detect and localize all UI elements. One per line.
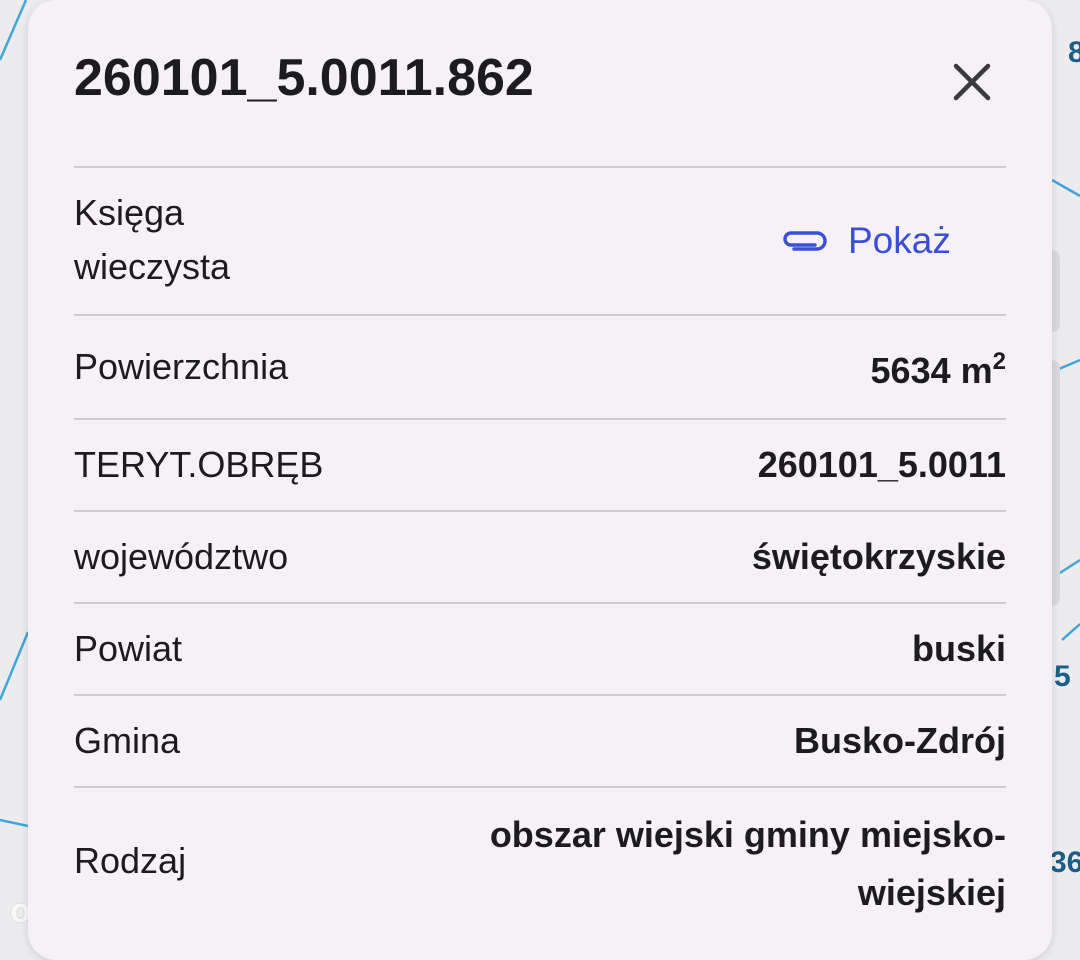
divider [74,602,1006,604]
divider [74,786,1006,788]
area-label: Powierzchnia [74,346,289,387]
parcel-details-card: 260101_5.0011.862 Księga wieczysta Pokaż… [28,0,1052,960]
area-value-number: 5634 m [870,350,993,391]
map-parcel-line [0,818,29,828]
commune-value: Busko-Zdrój [794,720,1006,761]
divider [74,166,1006,168]
paperclip-icon [783,231,827,251]
map-parcel-line [1051,178,1080,198]
divider [74,314,1006,316]
show-link-label: Pokaż [848,220,951,261]
divider [74,694,1006,696]
teryt-value: 260101_5.0011 [757,444,1006,485]
map-parcel-line [0,631,30,701]
map-parcel-number: 36 [1050,846,1080,879]
divider [74,418,1006,420]
type-label: Rodzaj [74,840,187,881]
close-icon [953,63,991,101]
show-land-register-link[interactable]: Pokaż [780,216,951,266]
close-button[interactable] [940,50,1004,114]
area-value: 5634 m2 [871,344,1006,398]
parcel-title: 260101_5.0011.862 [74,49,534,107]
area-unit-exponent: 2 [992,348,1006,375]
divider [74,510,1006,512]
land-register-label: Księga wieczysta [74,192,231,287]
map-parcel-line [0,0,28,61]
voivodeship-value: świętokrzyskie [751,536,1006,577]
county-value: buski [911,628,1006,669]
map-parcel-line [1061,623,1080,641]
teryt-label: TERYT.OBRĘB [74,444,324,485]
commune-label: Gmina [74,720,181,761]
type-value: obszar wiejski gminy miejsko- wiejskiej [489,814,1006,913]
county-label: Powiat [74,628,183,669]
voivodeship-label: województwo [74,536,289,577]
map-parcel-number: 5 [1054,660,1071,693]
map-parcel-number: 8 [1068,36,1080,69]
